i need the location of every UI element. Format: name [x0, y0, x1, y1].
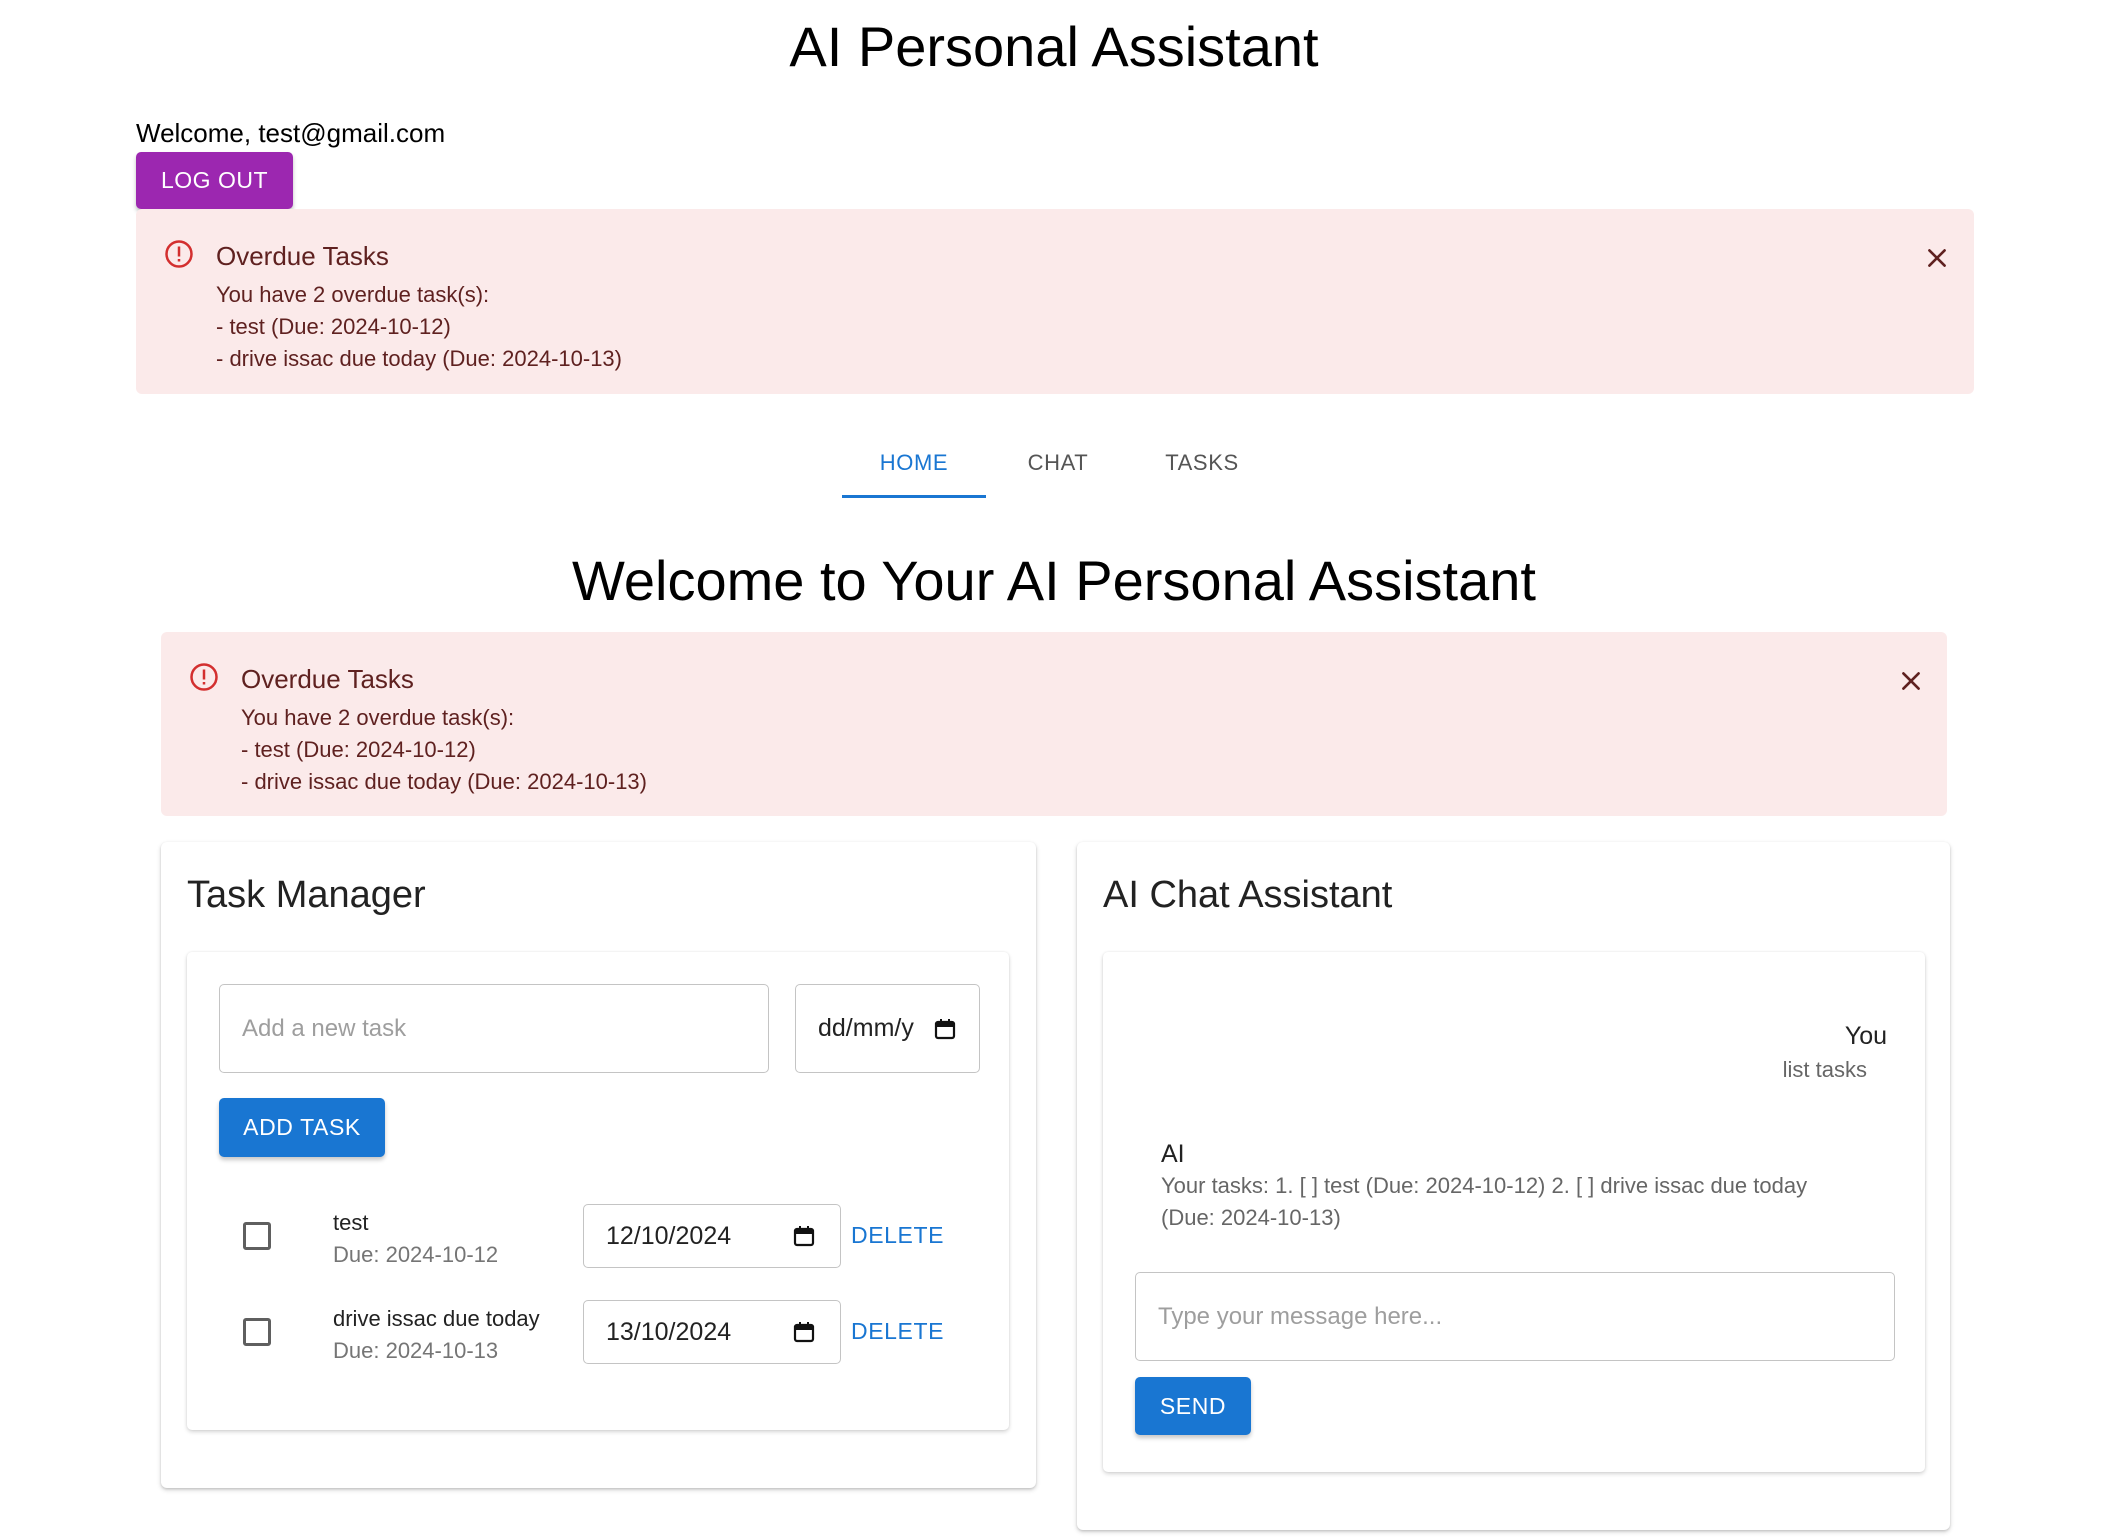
welcome-user-text: Welcome, test@gmail.com [136, 118, 446, 148]
alert-message: You have 2 overdue task(s): - test (Due:… [216, 279, 622, 375]
chat-title: AI Chat Assistant [1103, 874, 1393, 916]
message-sender-ai: AI [1161, 1140, 1185, 1168]
delete-task-button[interactable]: DELETE [851, 1318, 944, 1345]
logout-button[interactable]: LOG OUT [136, 152, 293, 209]
close-icon[interactable] [1924, 245, 1950, 271]
alert-line: - drive issac due today (Due: 2024-10-13… [241, 769, 647, 794]
delete-task-button[interactable]: DELETE [851, 1222, 944, 1249]
calendar-icon[interactable] [792, 1224, 816, 1248]
error-outline-icon [165, 240, 193, 268]
app-title: AI Personal Assistant [789, 15, 1319, 78]
alert-line: - drive issac due today (Due: 2024-10-13… [216, 346, 622, 371]
task-row: test Due: 2024-10-12 12/10/2024 DELETE [187, 1196, 1007, 1276]
overdue-alert-home: Overdue Tasks You have 2 overdue task(s)… [161, 632, 1947, 816]
task-row: drive issac due today Due: 2024-10-13 13… [187, 1292, 1007, 1372]
task-checkbox[interactable] [243, 1222, 271, 1250]
task-date-input[interactable]: 12/10/2024 [583, 1204, 841, 1268]
nav-tabs: HOME CHAT TASKS [842, 428, 1274, 498]
task-checkbox[interactable] [243, 1318, 271, 1346]
task-date-value: 13/10/2024 [606, 1317, 732, 1346]
alert-line: - test (Due: 2024-10-12) [216, 314, 451, 339]
close-icon[interactable] [1898, 668, 1924, 694]
message-text-user: list tasks [1782, 1057, 1867, 1082]
tab-home[interactable]: HOME [842, 428, 986, 498]
message-sender-user: You [1844, 1022, 1887, 1050]
alert-line: - test (Due: 2024-10-12) [241, 737, 476, 762]
chat-panel: You list tasks AI Your tasks: 1. [ ] tes… [1103, 952, 1925, 1472]
tab-chat[interactable]: CHAT [986, 428, 1130, 498]
task-manager-panel: Add a new task dd/mm/y ADD TASK test Due… [187, 952, 1009, 1430]
send-button[interactable]: SEND [1135, 1377, 1251, 1435]
overdue-alert-top: Overdue Tasks You have 2 overdue task(s)… [136, 209, 1974, 394]
add-task-button[interactable]: ADD TASK [219, 1098, 385, 1157]
calendar-icon[interactable] [933, 1017, 957, 1041]
chat-message-input[interactable]: Type your message here... [1135, 1272, 1895, 1361]
alert-title: Overdue Tasks [241, 664, 414, 694]
task-date-input[interactable]: 13/10/2024 [583, 1300, 841, 1364]
alert-line: You have 2 overdue task(s): [241, 705, 515, 730]
error-outline-icon [190, 663, 218, 691]
alert-line: You have 2 overdue task(s): [216, 282, 490, 307]
task-manager-card: Task Manager Add a new task dd/mm/y ADD … [161, 842, 1036, 1488]
task-name: drive issac due today [333, 1306, 540, 1331]
calendar-icon[interactable] [792, 1320, 816, 1344]
task-manager-title: Task Manager [187, 874, 426, 916]
task-due: Due: 2024-10-12 [333, 1242, 499, 1267]
task-due: Due: 2024-10-13 [333, 1338, 499, 1363]
alert-title: Overdue Tasks [216, 241, 389, 271]
page-heading: Welcome to Your AI Personal Assistant [572, 549, 1536, 612]
task-date-value: 12/10/2024 [606, 1221, 732, 1250]
chat-card: AI Chat Assistant You list tasks AI Your… [1077, 842, 1950, 1530]
tab-tasks[interactable]: TASKS [1130, 428, 1274, 498]
new-task-date-input[interactable]: dd/mm/y [795, 984, 980, 1073]
new-task-input[interactable]: Add a new task [219, 984, 769, 1073]
task-name: test [333, 1210, 369, 1235]
alert-message: You have 2 overdue task(s): - test (Due:… [241, 702, 647, 798]
date-placeholder: dd/mm/y [818, 1014, 914, 1042]
message-text-ai: Your tasks: 1. [ ] test (Due: 2024-10-12… [1161, 1173, 1808, 1230]
